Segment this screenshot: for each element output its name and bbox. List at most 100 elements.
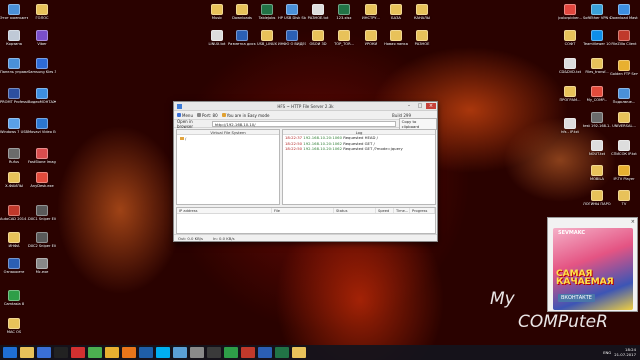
desktop-item[interactable]: Х-ФАЙЛЫ (0, 172, 28, 188)
url-field[interactable]: http://192.168.10.10/ (211, 120, 396, 127)
desktop-item[interactable]: Download Master (610, 4, 638, 20)
column-header[interactable]: Status (334, 208, 376, 213)
desktop-item[interactable]: jcolorpicker... (556, 4, 584, 20)
desktop-item[interactable]: ВидеоМОНТАЖ (28, 88, 56, 104)
ad-close-button[interactable]: × (631, 219, 635, 225)
desktop-item[interactable]: DXC2 Sniper Elite 4 (28, 232, 56, 248)
desktop-item[interactable]: ГОЛОС (28, 4, 56, 20)
chrome-icon[interactable] (88, 347, 102, 358)
vfs-pane[interactable]: Virtual File System / (176, 129, 280, 205)
desktop-item[interactable]: UNIVERSAL... (610, 112, 638, 128)
desktop-item[interactable]: Панель управления (0, 58, 28, 74)
desktop-item[interactable]: AnyDesk.exe (28, 172, 56, 188)
minimize-button[interactable]: – (404, 103, 414, 109)
desktop-item[interactable]: Viber (28, 30, 56, 46)
desktop-item[interactable]: Samsung Kies 3 (28, 58, 56, 74)
desktop-item[interactable]: Camtasia 8 (0, 290, 28, 306)
media-player-icon[interactable] (37, 347, 51, 358)
maximize-button[interactable]: □ (415, 103, 425, 109)
log-line[interactable]: 18:22:50 192.168.10.20:1062 Requested GE… (283, 146, 435, 152)
close-button[interactable]: × (426, 103, 436, 109)
desktop-item[interactable]: Downloads (228, 4, 256, 20)
desktop-item[interactable]: ИНСТРУ... (357, 4, 385, 20)
desktop-item[interactable]: DXC1 Sniper Elite 4 (28, 205, 56, 221)
opera-icon[interactable] (71, 347, 85, 358)
desktop-item[interactable]: Files_transf... (583, 58, 611, 74)
camtasia-icon[interactable] (224, 347, 238, 358)
desktop-item[interactable]: СОФТ (556, 30, 584, 46)
menu-button[interactable]: Menu (177, 113, 193, 118)
desktop-item[interactable]: TeamViewer 10 (583, 30, 611, 46)
desktop-item[interactable]: Mc.exe (28, 258, 56, 274)
desktop-item[interactable]: Подключе... (610, 88, 638, 104)
desktop-item[interactable]: PROMT Professional (0, 88, 28, 104)
column-header[interactable]: File (272, 208, 334, 213)
desktop-item[interactable]: TV (610, 190, 638, 206)
desktop-item[interactable]: SoftEther VPN Clie... (583, 4, 611, 20)
filezilla-icon[interactable] (241, 347, 255, 358)
terminal-icon[interactable] (54, 347, 68, 358)
firefox-icon[interactable] (122, 347, 136, 358)
hfs-window[interactable]: HFS ~ HTTP File Server 2.3k – □ × Menu P… (173, 101, 438, 242)
desktop-item[interactable]: IP-TV Player (610, 165, 638, 181)
connections-table[interactable]: IP address File Status Speed Time... Progress (176, 207, 436, 234)
desktop-item[interactable]: СПИСОК IP.txt (610, 140, 638, 156)
desktop-item[interactable]: 123.xlsx (330, 4, 358, 20)
desktop-item[interactable]: TableJobs (253, 4, 281, 20)
desktop-item[interactable]: FastStone Image Viewer (28, 148, 56, 164)
paint-icon[interactable] (173, 347, 187, 358)
desktop-item[interactable]: ОБОИ 3D (304, 30, 332, 46)
log-pane[interactable]: Log 18:22:37 192.168.10.20:1060 Requeste… (282, 129, 436, 205)
desktop-item[interactable]: hfs - IP.txt (556, 118, 584, 134)
desktop-item[interactable]: Корзина (0, 30, 28, 46)
desktop-item[interactable]: УРОКИ (357, 30, 385, 46)
desktop-item[interactable]: CD&DVD.txt (556, 58, 584, 74)
open-in-browser-button[interactable]: Open in browser (177, 119, 209, 129)
desktop-item[interactable]: Ознакомте (0, 258, 28, 274)
column-header[interactable]: Speed (376, 208, 394, 213)
title-bar[interactable]: HFS ~ HTTP File Server 2.3k – □ × (174, 102, 437, 111)
photoshop-icon[interactable] (139, 347, 153, 358)
desktop-item[interactable]: test 192.168.1... (583, 112, 611, 128)
desktop-item[interactable]: AutoCAD 2014 -... (0, 205, 28, 221)
desktop-item[interactable]: Новая папка (382, 30, 410, 46)
desktop-item[interactable]: Windows 7 USB DVD... (0, 118, 28, 134)
desktop-item[interactable]: Movavi Video Editor 12 (28, 118, 56, 134)
desktop-item[interactable]: My_COMP... (583, 86, 611, 102)
desktop-item[interactable]: Этот компьютер (0, 4, 28, 20)
desktop-item[interactable]: РАЗНОЕ (408, 30, 436, 46)
vfs-root-item[interactable]: / (177, 135, 279, 142)
desktop-item[interactable]: КАНАЛЫ (408, 4, 436, 20)
desktop-item[interactable]: РАЗНОЕ.txt (304, 4, 332, 20)
desktop-item[interactable]: MAC OS (0, 318, 28, 334)
column-header[interactable]: Progress (410, 208, 435, 213)
desktop-item[interactable]: ИНФО О ВИДЕО.docx (278, 30, 306, 46)
desktop-item[interactable]: БАЗА (382, 4, 410, 20)
desktop-item[interactable]: LINUX.txt (203, 30, 231, 46)
desktop-item[interactable]: TOP_TOR... (330, 30, 358, 46)
desktop-item[interactable]: Rufus (0, 148, 28, 164)
desktop-item[interactable]: MOBILA (583, 165, 611, 181)
word-icon[interactable] (258, 347, 272, 358)
calculator-icon[interactable] (207, 347, 221, 358)
desktop-item[interactable]: ПРОГРАМ... (556, 86, 584, 102)
hfs-icon[interactable] (190, 347, 204, 358)
folder-icon[interactable] (292, 347, 306, 358)
ad-popup[interactable]: × SEVMAKC САМАЯ КАЧАЕМАЯ ВКОНТАКТЕ (547, 217, 638, 312)
desktop-item[interactable]: NOUT.txt (583, 140, 611, 156)
port-button[interactable]: Port: 80 (196, 113, 218, 118)
desktop-item[interactable]: USB_LINUX (253, 30, 281, 46)
mode-button[interactable]: You are in Easy mode (221, 113, 270, 118)
desktop-item[interactable]: HP USB Disk Storage F... (278, 4, 306, 20)
desktop-item[interactable]: Разметка диска_LINU... (228, 30, 256, 46)
copy-to-clipboard-button[interactable]: Copy to clipboard (398, 117, 437, 130)
desktop-item[interactable]: Music (203, 4, 231, 20)
desktop-item[interactable]: ЛОГИНЫ ПАРОЛИ (583, 190, 611, 206)
aimp-icon[interactable] (105, 347, 119, 358)
clock[interactable]: 18:24 21.07.2017 (614, 347, 636, 357)
desktop-item[interactable]: Golden FTP Server (610, 60, 638, 76)
language-indicator[interactable]: ENG (603, 350, 611, 355)
desktop-item[interactable]: FileZilla Client (610, 30, 638, 46)
excel-icon[interactable] (275, 347, 289, 358)
start-button[interactable] (3, 347, 17, 358)
